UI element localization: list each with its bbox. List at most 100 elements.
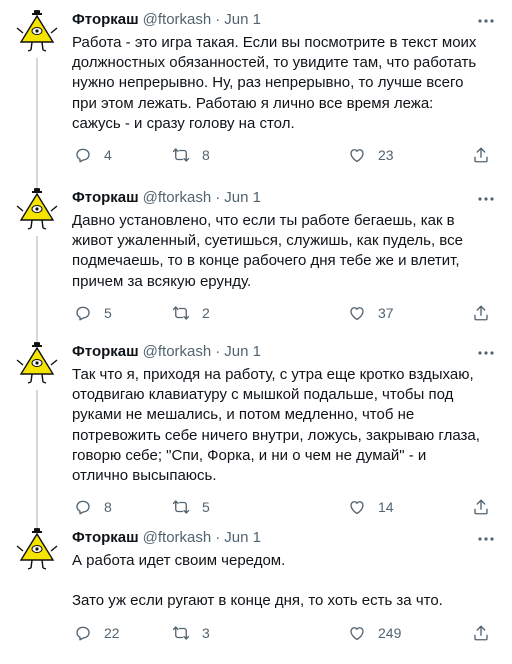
retweet-icon xyxy=(172,625,190,640)
retweet-count: 3 xyxy=(202,624,210,641)
tweet-text: Так что я, приходя на работу, с утра еще… xyxy=(72,366,480,485)
retweet-button[interactable]: 5 xyxy=(172,498,210,516)
bill-cipher-avatar-icon[interactable] xyxy=(15,342,59,386)
tweet-date[interactable]: Jun 1 xyxy=(224,188,261,208)
more-horizontal-icon xyxy=(478,351,494,355)
more-horizontal-icon xyxy=(478,537,494,541)
share-button[interactable] xyxy=(472,498,490,516)
share-button[interactable] xyxy=(472,304,490,322)
share-button[interactable] xyxy=(472,624,490,642)
reply-button[interactable]: 8 xyxy=(74,498,112,516)
heart-icon xyxy=(350,501,364,515)
like-button[interactable]: 249 xyxy=(348,624,401,642)
reply-icon xyxy=(76,626,90,641)
tweet[interactable]: Фторкаш @ftorkash · Jun 1 А работа идет … xyxy=(0,518,512,664)
user-handle[interactable]: @ftorkash xyxy=(143,342,212,362)
retweet-count: 8 xyxy=(202,147,210,164)
tweet-header: Фторкаш @ftorkash · Jun 1 xyxy=(72,528,500,548)
like-button[interactable]: 14 xyxy=(348,498,394,516)
reply-count: 8 xyxy=(104,499,112,516)
reply-count: 22 xyxy=(104,624,120,641)
like-count: 23 xyxy=(378,147,394,164)
display-name[interactable]: Фторкаш xyxy=(72,528,139,548)
tweet-actions: 22 3 249 xyxy=(72,624,492,644)
thread-connector-line xyxy=(36,390,38,532)
more-horizontal-icon xyxy=(478,19,494,23)
like-count: 249 xyxy=(378,624,402,641)
user-handle[interactable]: @ftorkash xyxy=(143,528,212,548)
reply-button[interactable]: 4 xyxy=(74,146,112,164)
more-horizontal-icon xyxy=(478,197,494,201)
header-separator: · xyxy=(215,529,221,546)
more-options-button[interactable] xyxy=(476,344,496,362)
tweet[interactable]: Фторкаш @ftorkash · Jun 1 Давно установл… xyxy=(0,178,512,346)
display-name[interactable]: Фторкаш xyxy=(72,10,139,30)
tweet-left-column xyxy=(12,10,62,192)
retweet-count: 5 xyxy=(202,499,210,516)
tweet-date[interactable]: Jun 1 xyxy=(224,10,261,30)
share-icon xyxy=(474,305,488,321)
reply-button[interactable]: 22 xyxy=(74,624,120,642)
tweet-header: Фторкаш @ftorkash · Jun 1 xyxy=(72,10,500,30)
tweet-content: Фторкаш @ftorkash · Jun 1 Работа - это и… xyxy=(62,10,500,178)
tweet-actions: 8 5 14 xyxy=(72,498,492,518)
tweet-content: Фторкаш @ftorkash · Jun 1 А работа идет … xyxy=(62,528,500,664)
reply-button[interactable]: 5 xyxy=(74,304,112,322)
tweet[interactable]: Фторкаш @ftorkash · Jun 1 Работа - это и… xyxy=(0,0,512,192)
tweet-left-column xyxy=(12,188,62,346)
header-separator: · xyxy=(215,189,221,206)
more-options-button[interactable] xyxy=(476,530,496,548)
heart-icon xyxy=(350,149,364,163)
bill-cipher-avatar-icon[interactable] xyxy=(15,528,59,572)
retweet-count: 2 xyxy=(202,304,210,321)
tweet-left-column xyxy=(12,342,62,532)
tweet[interactable]: Фторкаш @ftorkash · Jun 1 Так что я, при… xyxy=(0,332,512,532)
like-button[interactable]: 37 xyxy=(348,304,394,322)
more-options-button[interactable] xyxy=(476,190,496,208)
tweet-actions: 5 2 37 xyxy=(72,304,492,324)
share-icon xyxy=(474,499,488,515)
tweet-left-column xyxy=(12,528,62,664)
retweet-button[interactable]: 2 xyxy=(172,304,210,322)
tweet-thread: Фторкаш @ftorkash · Jun 1 Работа - это и… xyxy=(0,0,512,664)
like-button[interactable]: 23 xyxy=(348,146,394,164)
header-separator: · xyxy=(215,11,221,28)
retweet-button[interactable]: 8 xyxy=(172,146,210,164)
tweet-date[interactable]: Jun 1 xyxy=(224,528,261,548)
reply-count: 4 xyxy=(104,147,112,164)
more-options-button[interactable] xyxy=(476,12,496,30)
tweet-header: Фторкаш @ftorkash · Jun 1 xyxy=(72,342,500,362)
retweet-icon xyxy=(172,500,190,514)
heart-icon xyxy=(350,306,364,320)
share-button[interactable] xyxy=(472,146,490,164)
display-name[interactable]: Фторкаш xyxy=(72,342,139,362)
reply-icon xyxy=(76,500,90,515)
thread-connector-line xyxy=(36,236,38,346)
tweet-content: Фторкаш @ftorkash · Jun 1 Давно установл… xyxy=(62,188,500,332)
display-name[interactable]: Фторкаш xyxy=(72,188,139,208)
reply-icon xyxy=(76,148,90,163)
retweet-icon xyxy=(172,306,190,320)
thread-connector-line xyxy=(36,58,38,192)
like-count: 14 xyxy=(378,499,394,516)
retweet-button[interactable]: 3 xyxy=(172,624,210,642)
bill-cipher-avatar-icon[interactable] xyxy=(15,10,59,54)
reply-icon xyxy=(76,306,90,321)
like-count: 37 xyxy=(378,304,394,321)
tweet-text: Давно установлено, что если ты работе бе… xyxy=(72,212,463,290)
tweet-date[interactable]: Jun 1 xyxy=(224,342,261,362)
heart-icon xyxy=(350,626,364,640)
user-handle[interactable]: @ftorkash xyxy=(143,10,212,30)
tweet-text: А работа идет своим чередом. Зато уж есл… xyxy=(72,552,443,610)
share-icon xyxy=(474,625,488,641)
tweet-actions: 4 8 23 xyxy=(72,146,492,166)
share-icon xyxy=(474,147,488,163)
reply-count: 5 xyxy=(104,304,112,321)
bill-cipher-avatar-icon[interactable] xyxy=(15,188,59,232)
tweet-header: Фторкаш @ftorkash · Jun 1 xyxy=(72,188,500,208)
user-handle[interactable]: @ftorkash xyxy=(143,188,212,208)
header-separator: · xyxy=(215,343,221,360)
tweet-text: Работа - это игра такая. Если вы посмотр… xyxy=(72,34,477,132)
tweet-content: Фторкаш @ftorkash · Jun 1 Так что я, при… xyxy=(62,342,500,518)
retweet-icon xyxy=(172,148,190,162)
